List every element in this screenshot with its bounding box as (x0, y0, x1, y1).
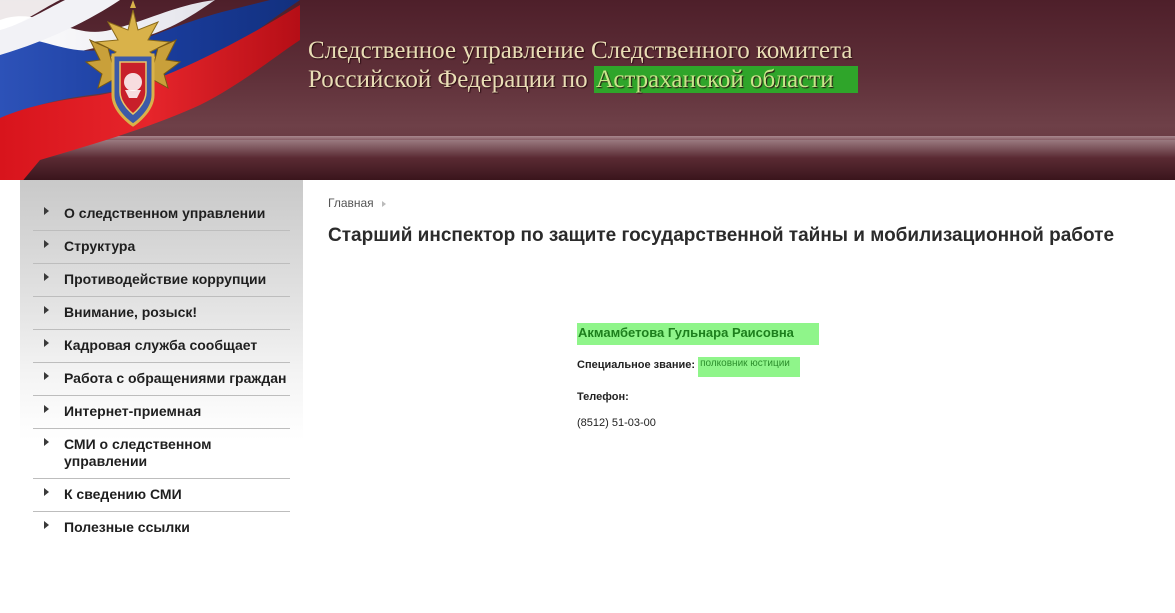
site-title-line1: Следственное управление Следственного ко… (308, 37, 853, 64)
investigative-committee-emblem-icon (84, 0, 182, 127)
rank-label: Специальное звание: (577, 359, 696, 371)
rank-row: Специальное звание: полковник юстиции (577, 357, 997, 377)
sidebar: О следственном управлении Структура Прот… (20, 180, 303, 613)
sidebar-item-label[interactable]: Внимание, розыск! (64, 304, 290, 321)
sidebar-item-about[interactable]: О следственном управлении (33, 198, 290, 231)
sidebar-item-media-about[interactable]: СМИ о следственном управлении (33, 429, 290, 479)
breadcrumb: Главная (328, 196, 386, 210)
site-title: Следственное управление Следственного ко… (308, 36, 858, 94)
chevron-right-icon (44, 240, 49, 248)
chevron-right-icon (44, 207, 49, 215)
chevron-right-icon (44, 372, 49, 380)
sidebar-item-label[interactable]: Полезные ссылки (64, 519, 290, 536)
chevron-right-icon (44, 306, 49, 314)
sidebar-menu: О следственном управлении Структура Прот… (33, 198, 290, 544)
site-title-line2: Российской Федерации по Астраханской обл… (308, 65, 858, 94)
sidebar-item-structure[interactable]: Структура (33, 231, 290, 264)
sidebar-item-label[interactable]: Кадровая служба сообщает (64, 337, 290, 354)
sidebar-item-label[interactable]: Противодействие коррупции (64, 271, 290, 288)
sidebar-item-links[interactable]: Полезные ссылки (33, 512, 290, 544)
chevron-right-icon (44, 339, 49, 347)
sidebar-item-internet-reception[interactable]: Интернет-приемная (33, 396, 290, 429)
page-title: Старший инспектор по защите государствен… (328, 225, 1115, 246)
sidebar-item-hr[interactable]: Кадровая служба сообщает (33, 330, 290, 363)
chevron-right-icon (44, 438, 49, 446)
sidebar-item-wanted[interactable]: Внимание, розыск! (33, 297, 290, 330)
sidebar-item-appeals[interactable]: Работа с обращениями граждан (33, 363, 290, 396)
chevron-right-icon (44, 273, 49, 281)
chevron-right-icon (44, 405, 49, 413)
sidebar-item-label[interactable]: Структура (64, 238, 290, 255)
phone-value: (8512) 51-03-00 (577, 417, 656, 429)
sidebar-item-label[interactable]: Интернет-приемная (64, 403, 290, 420)
chevron-right-icon (44, 521, 49, 529)
breadcrumb-separator-icon (381, 200, 386, 207)
person-name: Акмамбетова Гульнара Раисовна (577, 323, 819, 345)
sidebar-item-label[interactable]: О следственном управлении (64, 205, 290, 222)
phone-row: Телефон: (577, 391, 997, 403)
sidebar-item-for-media[interactable]: К сведению СМИ (33, 479, 290, 512)
site-title-region: Астраханской области (593, 66, 858, 93)
person-card: Акмамбетова Гульнара Раисовна Специально… (577, 323, 997, 429)
sidebar-item-anticorruption[interactable]: Противодействие коррупции (33, 264, 290, 297)
rank-value: полковник юстиции (698, 357, 800, 377)
breadcrumb-home-link[interactable]: Главная (328, 196, 374, 210)
chevron-right-icon (44, 488, 49, 496)
sidebar-item-label[interactable]: Работа с обращениями граждан (64, 370, 290, 387)
phone-label: Телефон: (577, 391, 629, 403)
sidebar-item-label[interactable]: К сведению СМИ (64, 486, 290, 503)
site-title-line2-prefix: Российской Федерации по (308, 66, 594, 93)
site-header: Следственное управление Следственного ко… (0, 0, 1175, 180)
sidebar-item-label[interactable]: СМИ о следственном управлении (64, 436, 290, 470)
